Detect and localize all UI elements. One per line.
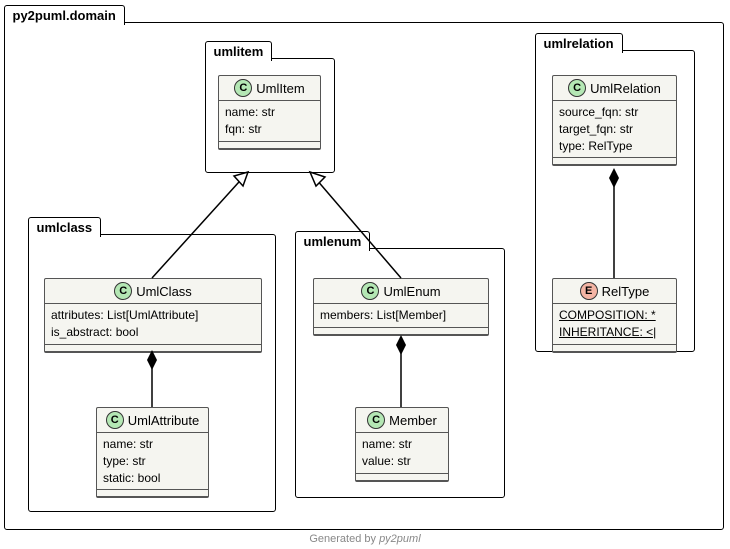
attr-row: members: List[Member] bbox=[320, 307, 482, 324]
class-ops bbox=[219, 142, 320, 149]
attr-row: source_fqn: str bbox=[559, 104, 670, 121]
class-ops bbox=[314, 328, 488, 335]
class-ops bbox=[553, 158, 676, 165]
class-member: C Member name: str value: str bbox=[355, 407, 449, 482]
class-icon: C bbox=[361, 282, 379, 300]
attr-row: attributes: List[UmlAttribute] bbox=[51, 307, 255, 324]
package-label: umlclass bbox=[37, 220, 93, 235]
class-ops bbox=[553, 345, 676, 352]
footer: Generated by py2puml bbox=[0, 533, 730, 545]
class-attributes: members: List[Member] bbox=[314, 304, 488, 328]
class-name: UmlEnum bbox=[383, 284, 440, 299]
enum-row: COMPOSITION: * bbox=[559, 307, 670, 324]
attr-row: static: bool bbox=[103, 470, 202, 487]
class-attributes: name: str fqn: str bbox=[219, 101, 320, 142]
class-umlrelation: C UmlRelation source_fqn: str target_fqn… bbox=[552, 75, 677, 166]
class-header: C UmlAttribute bbox=[97, 408, 208, 433]
package-label: umlenum bbox=[304, 234, 362, 249]
enum-reltype: E RelType COMPOSITION: * INHERITANCE: <| bbox=[552, 278, 677, 353]
class-ops bbox=[97, 490, 208, 497]
enum-row: INHERITANCE: <| bbox=[559, 324, 670, 341]
class-attributes: attributes: List[UmlAttribute] is_abstra… bbox=[45, 304, 261, 345]
attr-row: value: str bbox=[362, 453, 442, 470]
class-icon: C bbox=[106, 411, 124, 429]
class-header: E RelType bbox=[553, 279, 676, 304]
class-attributes: source_fqn: str target_fqn: str type: Re… bbox=[553, 101, 676, 158]
footer-prefix: Generated by bbox=[309, 533, 379, 545]
package-label: py2puml.domain bbox=[13, 8, 116, 23]
class-ops bbox=[45, 345, 261, 352]
class-name: UmlRelation bbox=[590, 81, 661, 96]
class-umlclass: C UmlClass attributes: List[UmlAttribute… bbox=[44, 278, 262, 353]
class-umlattribute: C UmlAttribute name: str type: str stati… bbox=[96, 407, 209, 498]
package-label: umlitem bbox=[214, 44, 264, 59]
attr-row: fqn: str bbox=[225, 121, 314, 138]
package-tab-umlclass: umlclass bbox=[28, 217, 102, 237]
attr-row: type: str bbox=[103, 453, 202, 470]
class-icon: C bbox=[568, 79, 586, 97]
package-tab-umlenum: umlenum bbox=[295, 231, 371, 251]
class-name: UmlItem bbox=[256, 81, 304, 96]
class-umlenum: C UmlEnum members: List[Member] bbox=[313, 278, 489, 336]
attr-row: is_abstract: bool bbox=[51, 324, 255, 341]
package-tab-py2puml-domain: py2puml.domain bbox=[4, 5, 125, 25]
class-name: UmlAttribute bbox=[128, 413, 200, 428]
enum-icon: E bbox=[580, 282, 598, 300]
class-name: UmlClass bbox=[136, 284, 192, 299]
class-header: C UmlItem bbox=[219, 76, 320, 101]
enum-values: COMPOSITION: * INHERITANCE: <| bbox=[553, 304, 676, 345]
package-label: umlrelation bbox=[544, 36, 614, 51]
class-name: Member bbox=[389, 413, 437, 428]
class-header: C UmlClass bbox=[45, 279, 261, 304]
class-attributes: name: str value: str bbox=[356, 433, 448, 474]
class-icon: C bbox=[234, 79, 252, 97]
class-ops bbox=[356, 474, 448, 481]
class-umlitem: C UmlItem name: str fqn: str bbox=[218, 75, 321, 150]
attr-row: name: str bbox=[362, 436, 442, 453]
class-icon: C bbox=[114, 282, 132, 300]
package-tab-umlitem: umlitem bbox=[205, 41, 273, 61]
class-name: RelType bbox=[602, 284, 650, 299]
class-header: C Member bbox=[356, 408, 448, 433]
class-icon: C bbox=[367, 411, 385, 429]
footer-tool: py2puml bbox=[379, 533, 421, 545]
attr-row: name: str bbox=[103, 436, 202, 453]
class-attributes: name: str type: str static: bool bbox=[97, 433, 208, 490]
class-header: C UmlRelation bbox=[553, 76, 676, 101]
attr-row: target_fqn: str bbox=[559, 121, 670, 138]
attr-row: type: RelType bbox=[559, 138, 670, 155]
package-tab-umlrelation: umlrelation bbox=[535, 33, 623, 53]
class-header: C UmlEnum bbox=[314, 279, 488, 304]
attr-row: name: str bbox=[225, 104, 314, 121]
